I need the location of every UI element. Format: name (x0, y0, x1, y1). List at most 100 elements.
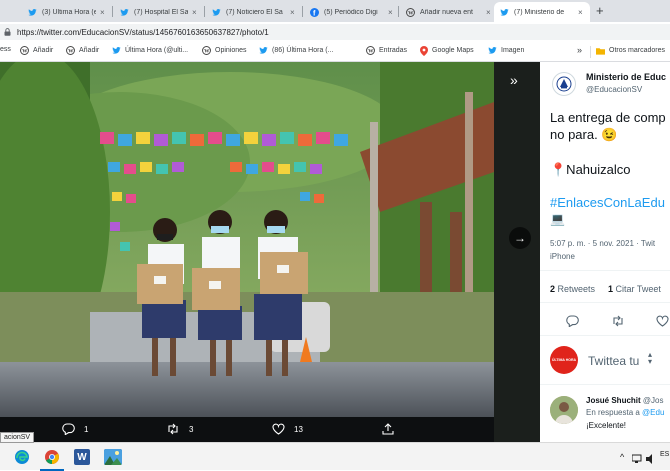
tab-label: Añadir nueva ent (420, 8, 473, 16)
tweet-timestamp[interactable]: 5:07 p. m. · 5 nov. 2021 · Twit (550, 239, 655, 248)
svg-text:W: W (22, 49, 28, 55)
panel-reply-button[interactable] (566, 314, 579, 332)
replying-to-handle-link[interactable]: @Edu (642, 408, 664, 417)
close-tab-icon[interactable]: × (290, 8, 295, 17)
tab-separator (302, 6, 303, 17)
word-icon[interactable]: W (74, 449, 90, 465)
facebook-icon: f (310, 7, 319, 17)
bookmark-item[interactable]: W Añadir (66, 46, 99, 55)
retweet-button[interactable]: 3 (166, 423, 193, 435)
wordpress-icon: W (202, 46, 211, 55)
bookmark-item[interactable]: ess (0, 46, 11, 53)
tray-chevron-icon[interactable]: ^ (620, 452, 624, 462)
twitter-icon (488, 46, 497, 55)
stepper-icon[interactable]: ▴ ▾ (648, 351, 652, 366)
quotes-stat-count: 1 (608, 284, 614, 294)
laptop-emoji: 💻 (550, 212, 565, 226)
twitter-icon (500, 8, 509, 17)
divider (540, 335, 670, 336)
author-name[interactable]: Ministerio de Educ (586, 72, 666, 82)
author-avatar[interactable] (552, 72, 576, 96)
tweet-detail-panel: Ministerio de Educ @EducacionSV La entre… (540, 62, 670, 442)
tab-hospital[interactable]: (7) Hospital El Sal × (114, 2, 204, 22)
tab-noticiero[interactable]: (7) Noticiero El Sa × (206, 2, 302, 22)
close-tab-icon[interactable]: × (100, 8, 105, 17)
language-indicator[interactable]: ES (660, 451, 669, 458)
bookmark-item[interactable]: W Opiniones (202, 46, 247, 55)
twitter-icon (212, 8, 221, 17)
divider (540, 302, 670, 303)
bookmark-item[interactable]: W Entradas (366, 46, 407, 55)
wordpress-icon: W (20, 46, 29, 55)
bookmark-label: ess (0, 46, 11, 53)
reply-compose-input[interactable]: Twittea tu (588, 354, 639, 368)
network-icon[interactable] (631, 451, 642, 469)
reply-header[interactable]: Josué Shuchit @Jos (586, 396, 664, 405)
tab-periodico[interactable]: f (5) Periódico Digi × (304, 2, 398, 22)
photo-students-illustration (0, 62, 494, 417)
volume-icon[interactable] (646, 451, 656, 469)
bookmark-item[interactable]: W Añadir (20, 46, 53, 55)
next-photo-button[interactable]: → (509, 227, 531, 249)
close-tab-icon[interactable]: × (388, 8, 393, 17)
reply-text: ¡Excelente! (586, 421, 627, 430)
svg-text:W: W (368, 49, 374, 55)
retweet-icon (613, 315, 623, 327)
wordpress-icon: W (66, 46, 75, 55)
tab-ultima-hora[interactable]: (3) Última Hora (e × (22, 2, 112, 22)
chrome-app-button[interactable] (44, 449, 60, 470)
quotes-stat[interactable]: 1 Citar Tweet (608, 284, 661, 294)
tweet-source: iPhone (550, 252, 575, 261)
chrome-icon (45, 450, 59, 464)
tweet-photo[interactable] (0, 62, 494, 417)
adjacent-content-strip (494, 62, 540, 442)
tab-ministerio-active[interactable]: (7) Ministerio de × (494, 2, 590, 22)
close-tab-icon[interactable]: × (578, 8, 583, 17)
twitter-icon (112, 46, 121, 55)
new-tab-button[interactable]: + (596, 3, 604, 18)
heart-icon (272, 423, 285, 435)
like-button[interactable]: 13 (272, 423, 303, 435)
bookmark-label: Añadir (33, 47, 54, 54)
replying-to-line: En respuesta a @Edu (586, 408, 664, 417)
reply-button[interactable]: 1 (62, 423, 88, 435)
edge-app-button[interactable] (14, 449, 30, 470)
panel-retweet-button[interactable] (611, 314, 625, 332)
bookmark-label: Imagen (501, 47, 525, 54)
divider (540, 384, 670, 385)
replier-handle: @Jos (642, 396, 664, 405)
tweet-hashtag-link[interactable]: #EnlacesConLaEdu (550, 195, 665, 210)
bookmarks-overflow-button[interactable]: » (577, 45, 582, 55)
twitter-icon (28, 8, 37, 17)
tweet-text-line-1: La entrega de comp (550, 110, 666, 125)
bookmark-item[interactable]: Imagen (488, 46, 524, 55)
lock-icon[interactable] (4, 23, 11, 41)
retweets-stat[interactable]: 2 Retweets (550, 284, 595, 294)
url-text[interactable]: https://twitter.com/EducacionSV/status/1… (17, 28, 269, 37)
maps-icon (419, 45, 428, 56)
other-bookmarks-folder[interactable]: Otros marcadores (596, 46, 665, 55)
author-handle[interactable]: @EducacionSV (586, 85, 642, 94)
twitter-icon (120, 8, 129, 17)
bookmark-item[interactable]: (86) Última Hora (... (259, 46, 333, 55)
bookmark-item[interactable]: Última Hora (@ulti... (112, 46, 188, 55)
twitter-icon (259, 46, 268, 55)
omnibox[interactable]: https://twitter.com/EducacionSV/status/1… (0, 24, 670, 40)
bookmark-label: Opiniones (215, 47, 247, 54)
expand-panel-icon[interactable]: » (510, 72, 518, 88)
address-bar: https://twitter.com/EducacionSV/status/1… (0, 22, 670, 42)
arrow-right-icon: → (514, 231, 526, 245)
bookmark-divider (590, 46, 591, 58)
share-button[interactable] (382, 423, 403, 435)
bookmark-label: Añadir (79, 47, 100, 54)
tab-anadir-entrada[interactable]: W Añadir nueva ent × (400, 2, 494, 22)
photo-action-bar: 1 3 13 (0, 417, 494, 442)
close-tab-icon[interactable]: × (486, 8, 491, 17)
close-tab-icon[interactable]: × (192, 8, 197, 17)
current-user-avatar[interactable]: ÚLTIMA HORA (550, 346, 578, 374)
government-seal-icon (556, 76, 572, 92)
photos-app-button[interactable] (104, 449, 122, 465)
panel-like-button[interactable] (656, 314, 669, 332)
replier-avatar[interactable] (550, 396, 578, 424)
bookmark-item[interactable]: Google Maps (419, 45, 474, 56)
